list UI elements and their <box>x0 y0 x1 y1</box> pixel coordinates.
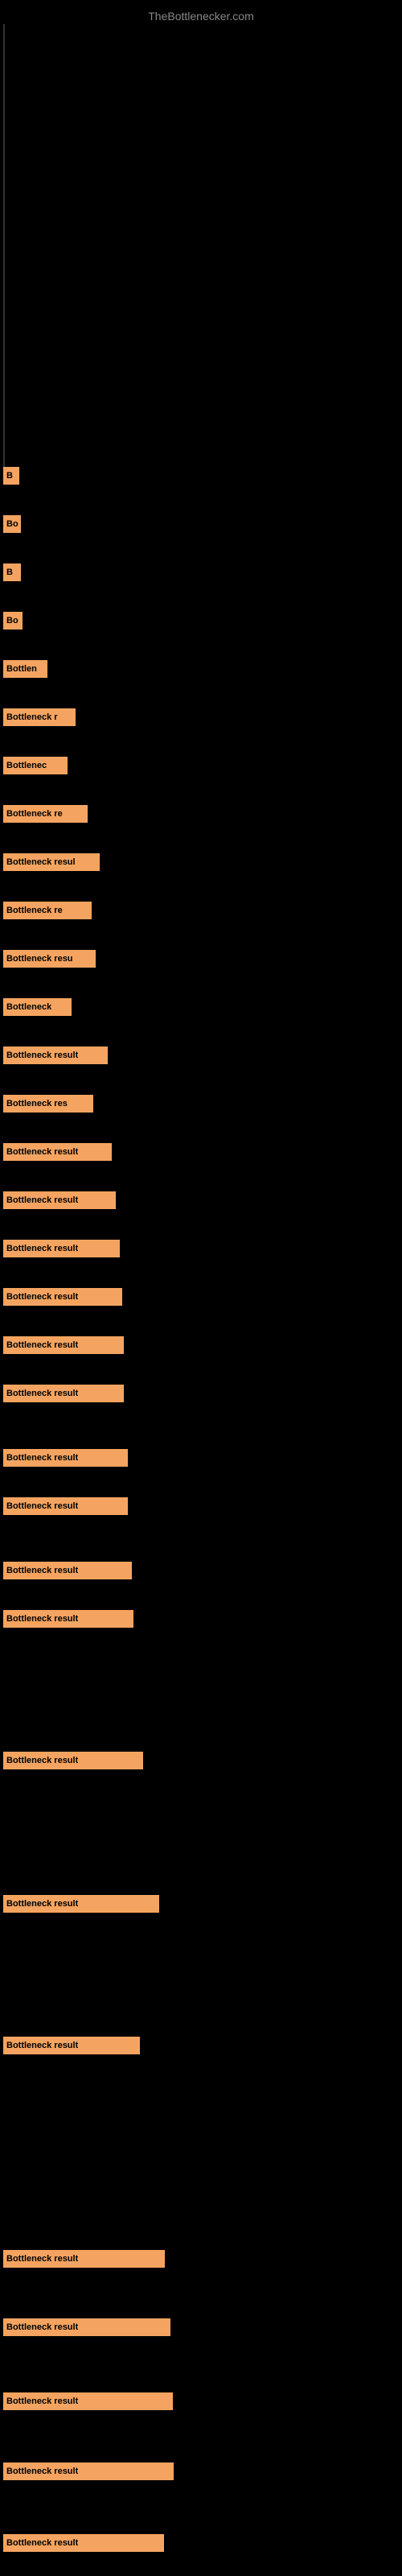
bar-item-6: Bottleneck r <box>3 708 76 726</box>
bar-item-22: Bottleneck result <box>3 1497 128 1515</box>
bar-item-16: Bottleneck result <box>3 1191 116 1209</box>
bar-item-24: Bottleneck result <box>3 1610 133 1628</box>
bar-3: B <box>3 564 21 581</box>
bar-item-31: Bottleneck result <box>3 2462 174 2480</box>
bar-item-29: Bottleneck result <box>3 2318 170 2336</box>
bar-label-9: Bottleneck resul <box>6 857 76 867</box>
bar-item-1: B <box>3 467 19 485</box>
bar-1: B <box>3 467 19 485</box>
bar-item-23: Bottleneck result <box>3 1562 132 1579</box>
bar-22: Bottleneck result <box>3 1497 128 1515</box>
bar-label-27: Bottleneck result <box>6 2041 78 2050</box>
bar-item-2: Bo <box>3 515 21 533</box>
bar-29: Bottleneck result <box>3 2318 170 2336</box>
bar-label-24: Bottleneck result <box>6 1614 78 1624</box>
bar-label-8: Bottleneck re <box>6 809 63 819</box>
bar-label-21: Bottleneck result <box>6 1453 78 1463</box>
bar-label-7: Bottlenec <box>6 761 47 770</box>
bar-14: Bottleneck res <box>3 1095 93 1113</box>
bar-15: Bottleneck result <box>3 1143 112 1161</box>
bar-label-11: Bottleneck resu <box>6 954 73 964</box>
bar-18: Bottleneck result <box>3 1288 122 1306</box>
bar-item-13: Bottleneck result <box>3 1046 108 1064</box>
bar-item-3: B <box>3 564 21 581</box>
bar-20: Bottleneck result <box>3 1385 124 1402</box>
bar-label-31: Bottleneck result <box>6 2467 78 2476</box>
bar-item-8: Bottleneck re <box>3 805 88 823</box>
bar-item-27: Bottleneck result <box>3 2037 140 2054</box>
bar-label-10: Bottleneck re <box>6 906 63 915</box>
bar-21: Bottleneck result <box>3 1449 128 1467</box>
bar-27: Bottleneck result <box>3 2037 140 2054</box>
vertical-line <box>3 24 5 475</box>
bar-label-28: Bottleneck result <box>6 2254 78 2264</box>
bar-label-26: Bottleneck result <box>6 1899 78 1909</box>
bar-item-26: Bottleneck result <box>3 1895 159 1913</box>
bar-label-19: Bottleneck result <box>6 1340 78 1350</box>
bar-label-1: B <box>6 471 13 481</box>
bar-label-18: Bottleneck result <box>6 1292 78 1302</box>
bar-item-5: Bottlen <box>3 660 47 678</box>
bar-31: Bottleneck result <box>3 2462 174 2480</box>
bar-item-15: Bottleneck result <box>3 1143 112 1161</box>
bar-item-30: Bottleneck result <box>3 2392 173 2410</box>
bar-item-32: Bottleneck result <box>3 2534 164 2552</box>
bar-16: Bottleneck result <box>3 1191 116 1209</box>
bar-item-12: Bottleneck <box>3 998 72 1016</box>
bar-item-28: Bottleneck result <box>3 2250 165 2268</box>
bar-item-19: Bottleneck result <box>3 1336 124 1354</box>
bar-item-4: Bo <box>3 612 23 630</box>
bar-item-25: Bottleneck result <box>3 1752 143 1769</box>
bar-label-4: Bo <box>6 616 18 625</box>
bar-24: Bottleneck result <box>3 1610 133 1628</box>
bar-item-17: Bottleneck result <box>3 1240 120 1257</box>
bar-label-30: Bottleneck result <box>6 2396 78 2406</box>
bar-label-16: Bottleneck result <box>6 1195 78 1205</box>
bar-6: Bottleneck r <box>3 708 76 726</box>
bar-label-32: Bottleneck result <box>6 2538 78 2548</box>
bar-28: Bottleneck result <box>3 2250 165 2268</box>
bar-label-22: Bottleneck result <box>6 1501 78 1511</box>
bar-label-29: Bottleneck result <box>6 2322 78 2332</box>
bar-label-12: Bottleneck <box>6 1002 51 1012</box>
bar-item-9: Bottleneck resul <box>3 853 100 871</box>
bar-17: Bottleneck result <box>3 1240 120 1257</box>
bar-label-20: Bottleneck result <box>6 1389 78 1398</box>
bar-item-11: Bottleneck resu <box>3 950 96 968</box>
bar-4: Bo <box>3 612 23 630</box>
bar-label-23: Bottleneck result <box>6 1566 78 1575</box>
bar-label-3: B <box>6 568 13 577</box>
bar-label-5: Bottlen <box>6 664 37 674</box>
bar-9: Bottleneck resul <box>3 853 100 871</box>
bar-19: Bottleneck result <box>3 1336 124 1354</box>
bar-label-13: Bottleneck result <box>6 1051 78 1060</box>
bar-label-14: Bottleneck res <box>6 1099 68 1108</box>
bar-item-14: Bottleneck res <box>3 1095 93 1113</box>
bar-30: Bottleneck result <box>3 2392 173 2410</box>
bar-5: Bottlen <box>3 660 47 678</box>
bar-11: Bottleneck resu <box>3 950 96 968</box>
bar-item-21: Bottleneck result <box>3 1449 128 1467</box>
bar-26: Bottleneck result <box>3 1895 159 1913</box>
bar-7: Bottlenec <box>3 757 68 774</box>
bar-label-6: Bottleneck r <box>6 712 58 722</box>
bar-item-7: Bottlenec <box>3 757 68 774</box>
bar-item-18: Bottleneck result <box>3 1288 122 1306</box>
site-title: TheBottlenecker.com <box>0 3 402 29</box>
bar-8: Bottleneck re <box>3 805 88 823</box>
bar-10: Bottleneck re <box>3 902 92 919</box>
bar-25: Bottleneck result <box>3 1752 143 1769</box>
bar-label-15: Bottleneck result <box>6 1147 78 1157</box>
bar-2: Bo <box>3 515 21 533</box>
bar-label-2: Bo <box>6 519 18 529</box>
bar-label-17: Bottleneck result <box>6 1244 78 1253</box>
bar-12: Bottleneck <box>3 998 72 1016</box>
bar-item-20: Bottleneck result <box>3 1385 124 1402</box>
bar-32: Bottleneck result <box>3 2534 164 2552</box>
bar-label-25: Bottleneck result <box>6 1756 78 1765</box>
bar-item-10: Bottleneck re <box>3 902 92 919</box>
bar-23: Bottleneck result <box>3 1562 132 1579</box>
bar-13: Bottleneck result <box>3 1046 108 1064</box>
